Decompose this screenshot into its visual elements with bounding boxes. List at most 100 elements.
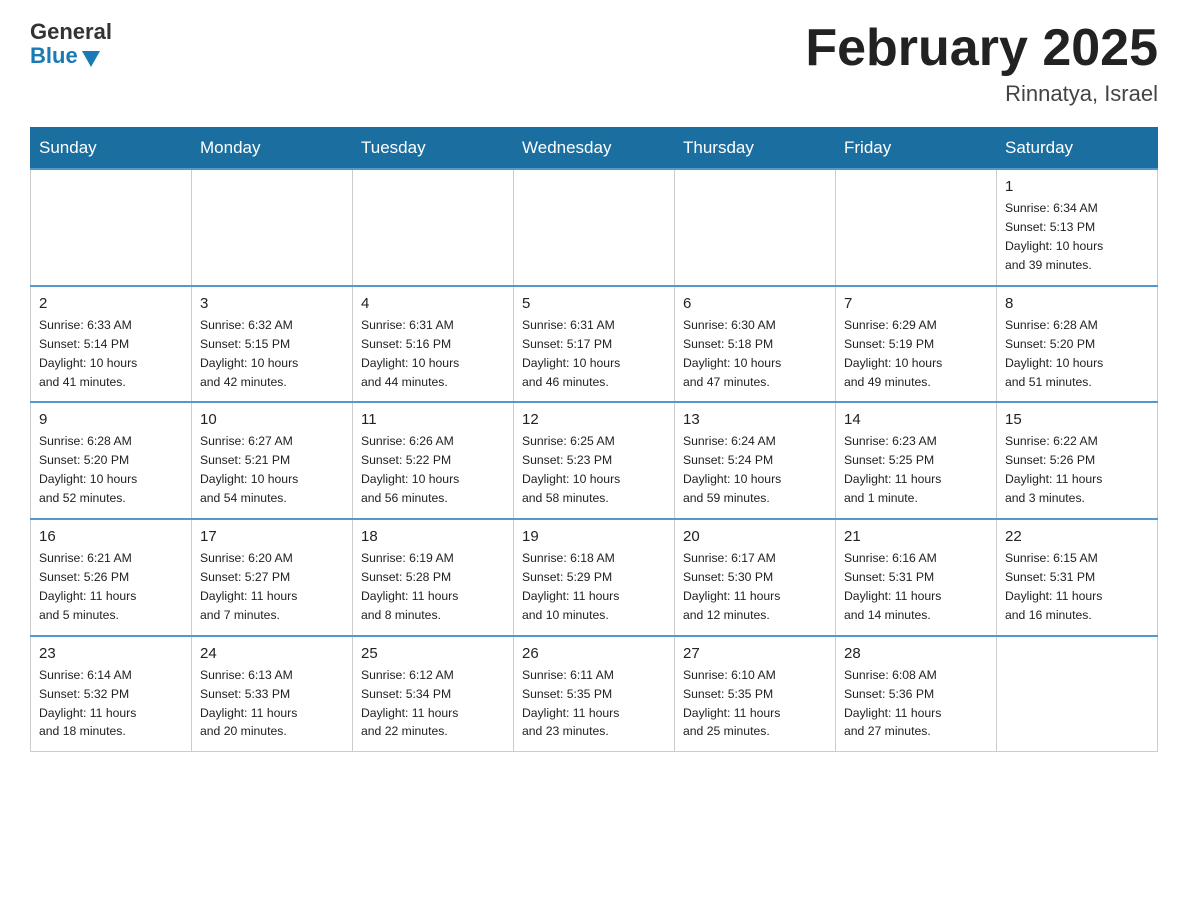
day-info: Sunrise: 6:31 AMSunset: 5:17 PMDaylight:… (522, 316, 666, 392)
day-number: 19 (522, 528, 666, 545)
page-header: General Blue February 2025 Rinnatya, Isr… (30, 20, 1158, 107)
day-number: 16 (39, 528, 183, 545)
day-number: 15 (1005, 411, 1149, 428)
day-number: 6 (683, 295, 827, 312)
table-row (836, 169, 997, 286)
col-tuesday: Tuesday (353, 128, 514, 170)
table-row: 20 Sunrise: 6:17 AMSunset: 5:30 PMDayligh… (675, 519, 836, 636)
table-row: 13 Sunrise: 6:24 AMSunset: 5:24 PMDayligh… (675, 402, 836, 519)
day-number: 20 (683, 528, 827, 545)
day-info: Sunrise: 6:26 AMSunset: 5:22 PMDaylight:… (361, 432, 505, 508)
table-row: 9 Sunrise: 6:28 AMSunset: 5:20 PMDaylight… (31, 402, 192, 519)
calendar-week-row: 1 Sunrise: 6:34 AMSunset: 5:13 PMDaylight… (31, 169, 1158, 286)
day-info: Sunrise: 6:19 AMSunset: 5:28 PMDaylight:… (361, 549, 505, 625)
table-row: 14 Sunrise: 6:23 AMSunset: 5:25 PMDayligh… (836, 402, 997, 519)
table-row: 18 Sunrise: 6:19 AMSunset: 5:28 PMDayligh… (353, 519, 514, 636)
logo-text: General Blue (30, 20, 112, 68)
col-saturday: Saturday (997, 128, 1158, 170)
day-number: 13 (683, 411, 827, 428)
table-row: 15 Sunrise: 6:22 AMSunset: 5:26 PMDayligh… (997, 402, 1158, 519)
table-row: 22 Sunrise: 6:15 AMSunset: 5:31 PMDayligh… (997, 519, 1158, 636)
day-number: 18 (361, 528, 505, 545)
day-number: 1 (1005, 178, 1149, 195)
calendar-header-row: Sunday Monday Tuesday Wednesday Thursday… (31, 128, 1158, 170)
day-info: Sunrise: 6:12 AMSunset: 5:34 PMDaylight:… (361, 666, 505, 742)
table-row: 17 Sunrise: 6:20 AMSunset: 5:27 PMDayligh… (192, 519, 353, 636)
col-thursday: Thursday (675, 128, 836, 170)
day-number: 9 (39, 411, 183, 428)
col-friday: Friday (836, 128, 997, 170)
day-info: Sunrise: 6:28 AMSunset: 5:20 PMDaylight:… (1005, 316, 1149, 392)
calendar-week-row: 9 Sunrise: 6:28 AMSunset: 5:20 PMDaylight… (31, 402, 1158, 519)
title-block: February 2025 Rinnatya, Israel (805, 20, 1158, 107)
day-info: Sunrise: 6:33 AMSunset: 5:14 PMDaylight:… (39, 316, 183, 392)
day-info: Sunrise: 6:29 AMSunset: 5:19 PMDaylight:… (844, 316, 988, 392)
day-info: Sunrise: 6:13 AMSunset: 5:33 PMDaylight:… (200, 666, 344, 742)
table-row (353, 169, 514, 286)
day-number: 4 (361, 295, 505, 312)
logo-general-text: General (30, 20, 112, 44)
table-row: 27 Sunrise: 6:10 AMSunset: 5:35 PMDayligh… (675, 636, 836, 752)
day-info: Sunrise: 6:23 AMSunset: 5:25 PMDaylight:… (844, 432, 988, 508)
col-monday: Monday (192, 128, 353, 170)
day-info: Sunrise: 6:18 AMSunset: 5:29 PMDaylight:… (522, 549, 666, 625)
table-row: 23 Sunrise: 6:14 AMSunset: 5:32 PMDayligh… (31, 636, 192, 752)
table-row: 5 Sunrise: 6:31 AMSunset: 5:17 PMDaylight… (514, 286, 675, 403)
day-number: 21 (844, 528, 988, 545)
day-info: Sunrise: 6:24 AMSunset: 5:24 PMDaylight:… (683, 432, 827, 508)
table-row: 11 Sunrise: 6:26 AMSunset: 5:22 PMDayligh… (353, 402, 514, 519)
day-info: Sunrise: 6:30 AMSunset: 5:18 PMDaylight:… (683, 316, 827, 392)
table-row: 25Sunrise: 6:12 AMSunset: 5:34 PMDayligh… (353, 636, 514, 752)
calendar-location: Rinnatya, Israel (805, 81, 1158, 107)
calendar-week-row: 2Sunrise: 6:33 AMSunset: 5:14 PMDaylight… (31, 286, 1158, 403)
table-row: 6 Sunrise: 6:30 AMSunset: 5:18 PMDaylight… (675, 286, 836, 403)
calendar-week-row: 16 Sunrise: 6:21 AMSunset: 5:26 PMDayligh… (31, 519, 1158, 636)
day-info: Sunrise: 6:10 AMSunset: 5:35 PMDaylight:… (683, 666, 827, 742)
day-info: Sunrise: 6:21 AMSunset: 5:26 PMDaylight:… (39, 549, 183, 625)
day-number: 23 (39, 645, 183, 662)
table-row: 2Sunrise: 6:33 AMSunset: 5:14 PMDaylight… (31, 286, 192, 403)
table-row: 1 Sunrise: 6:34 AMSunset: 5:13 PMDaylight… (997, 169, 1158, 286)
day-info: Sunrise: 6:28 AMSunset: 5:20 PMDaylight:… (39, 432, 183, 508)
table-row: 4 Sunrise: 6:31 AMSunset: 5:16 PMDaylight… (353, 286, 514, 403)
day-info: Sunrise: 6:15 AMSunset: 5:31 PMDaylight:… (1005, 549, 1149, 625)
day-info: Sunrise: 6:27 AMSunset: 5:21 PMDaylight:… (200, 432, 344, 508)
day-number: 17 (200, 528, 344, 545)
day-info: Sunrise: 6:25 AMSunset: 5:23 PMDaylight:… (522, 432, 666, 508)
day-info: Sunrise: 6:31 AMSunset: 5:16 PMDaylight:… (361, 316, 505, 392)
table-row: 12Sunrise: 6:25 AMSunset: 5:23 PMDayligh… (514, 402, 675, 519)
table-row: 24 Sunrise: 6:13 AMSunset: 5:33 PMDayligh… (192, 636, 353, 752)
day-number: 28 (844, 645, 988, 662)
calendar-title: February 2025 (805, 20, 1158, 77)
day-info: Sunrise: 6:22 AMSunset: 5:26 PMDaylight:… (1005, 432, 1149, 508)
day-info: Sunrise: 6:34 AMSunset: 5:13 PMDaylight:… (1005, 199, 1149, 275)
day-info: Sunrise: 6:17 AMSunset: 5:30 PMDaylight:… (683, 549, 827, 625)
logo-triangle-icon (82, 51, 100, 67)
table-row: 21 Sunrise: 6:16 AMSunset: 5:31 PMDayligh… (836, 519, 997, 636)
day-info: Sunrise: 6:20 AMSunset: 5:27 PMDaylight:… (200, 549, 344, 625)
day-info: Sunrise: 6:16 AMSunset: 5:31 PMDaylight:… (844, 549, 988, 625)
day-number: 14 (844, 411, 988, 428)
logo: General Blue (30, 20, 112, 68)
day-number: 8 (1005, 295, 1149, 312)
day-number: 3 (200, 295, 344, 312)
day-number: 11 (361, 411, 505, 428)
table-row: 19 Sunrise: 6:18 AMSunset: 5:29 PMDayligh… (514, 519, 675, 636)
table-row: 3Sunrise: 6:32 AMSunset: 5:15 PMDaylight… (192, 286, 353, 403)
day-info: Sunrise: 6:14 AMSunset: 5:32 PMDaylight:… (39, 666, 183, 742)
col-sunday: Sunday (31, 128, 192, 170)
day-info: Sunrise: 6:11 AMSunset: 5:35 PMDaylight:… (522, 666, 666, 742)
day-number: 24 (200, 645, 344, 662)
day-number: 22 (1005, 528, 1149, 545)
table-row: 28 Sunrise: 6:08 AMSunset: 5:36 PMDayligh… (836, 636, 997, 752)
table-row: 26Sunrise: 6:11 AMSunset: 5:35 PMDayligh… (514, 636, 675, 752)
day-number: 10 (200, 411, 344, 428)
table-row (31, 169, 192, 286)
day-info: Sunrise: 6:08 AMSunset: 5:36 PMDaylight:… (844, 666, 988, 742)
table-row: 7Sunrise: 6:29 AMSunset: 5:19 PMDaylight… (836, 286, 997, 403)
day-number: 27 (683, 645, 827, 662)
logo-blue-text: Blue (30, 44, 78, 68)
calendar-table: Sunday Monday Tuesday Wednesday Thursday… (30, 127, 1158, 752)
day-number: 5 (522, 295, 666, 312)
table-row (514, 169, 675, 286)
